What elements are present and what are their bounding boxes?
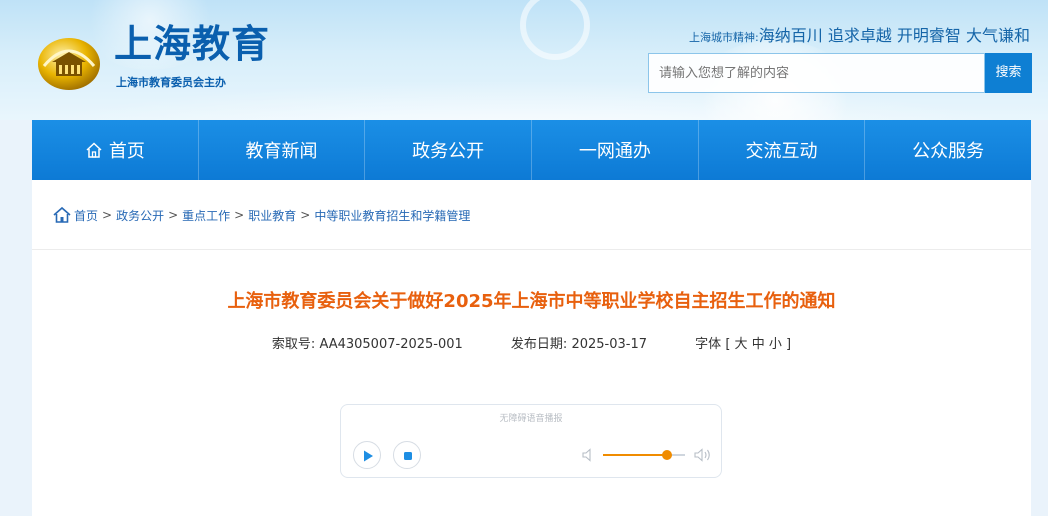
index-number: 索取号: AA4305007-2025-001 [272,337,467,352]
nav-item-label: 公众服务 [912,141,985,162]
font-size-large[interactable]: 大 [735,337,748,352]
main-nav: 首页 教育新闻 政务公开 一网通办 交流互动 公众服务 [32,120,1031,180]
player-title: 无障碍语音播报 [499,414,563,424]
audio-player: 无障碍语音播报 [340,404,722,478]
search-button[interactable]: 搜索 [985,53,1032,93]
breadcrumb: 首页 > 政务公开 > 重点工作 > 职业教育 > 中等职业教育招生和学籍管理 [52,206,470,224]
search-input[interactable] [648,53,985,93]
index-label: 索取号: [271,337,316,352]
article-meta: 索取号: AA4305007-2025-001 发布日期: 2025-03-17… [32,333,1031,352]
index-value: AA4305007-2025-001 [319,337,463,352]
motto-text: 海纳百川 追求卓越 开明睿智 大气谦和 [758,26,1030,45]
volume-knob[interactable] [661,450,672,460]
home-icon [53,206,71,223]
nav-item-government-affairs[interactable]: 政务公开 [365,120,533,180]
font-size-small[interactable]: 小 [769,337,782,352]
date-value: 2025-03-17 [571,337,648,352]
nav-item-interaction[interactable]: 交流互动 [699,120,866,180]
main-content: 首页 > 政务公开 > 重点工作 > 职业教育 > 中等职业教育招生和学籍管理 … [32,180,1031,516]
publish-date: 发布日期: 2025-03-17 [511,337,651,352]
city-motto: 上海城市精神:海纳百川 追求卓越 开明睿智 大气谦和 [689,22,1030,46]
logo-title[interactable]: 上海教育 [114,22,270,66]
play-icon [364,450,373,462]
header-decoration [520,0,590,60]
breadcrumb-separator: > [234,208,245,222]
logo-emblem-icon[interactable] [36,30,102,92]
stop-icon [404,452,412,460]
divider [32,249,1031,250]
nav-item-education-news[interactable]: 教育新闻 [199,120,366,180]
font-size-medium[interactable]: 中 [752,337,765,352]
breadcrumb-item[interactable]: 政务公开 [116,207,164,224]
breadcrumb-separator: > [300,208,311,222]
nav-item-label: 一网通办 [578,141,651,162]
nav-item-label: 首页 [108,141,145,162]
font-size-switcher: 字体 [ 大 中 小 ] [695,337,791,352]
breadcrumb-item[interactable]: 首页 [74,207,98,224]
breadcrumb-item[interactable]: 职业教育 [248,207,296,224]
volume-low-icon[interactable] [581,447,595,463]
logo-subtitle: 上海市教育委员会主办 [116,76,226,89]
breadcrumb-separator: > [168,208,179,222]
nav-item-label: 教育新闻 [245,141,318,162]
volume-slider[interactable] [603,450,685,460]
date-label: 发布日期: [510,337,568,352]
font-bracket-close: ] [786,337,792,352]
nav-item-label: 交流互动 [745,141,818,162]
site-header: 上海教育 上海市教育委员会主办 上海城市精神:海纳百川 追求卓越 开明睿智 大气… [0,0,1048,120]
volume-high-icon[interactable] [693,447,713,463]
nav-item-home[interactable]: 首页 [32,120,199,180]
article-title: 上海市教育委员会关于做好2025年上海市中等职业学校自主招生工作的通知 [227,291,836,312]
font-bracket-open: [ [725,337,731,352]
nav-item-label: 政务公开 [412,141,485,162]
nav-item-online-services[interactable]: 一网通办 [532,120,699,180]
breadcrumb-item[interactable]: 中等职业教育招生和学籍管理 [314,207,470,224]
stop-button[interactable] [393,441,421,469]
home-icon [86,142,102,158]
font-label: 字体 [695,337,722,352]
breadcrumb-separator: > [102,208,113,222]
motto-label: 上海城市精神: [689,31,759,44]
play-button[interactable] [353,441,381,469]
breadcrumb-item[interactable]: 重点工作 [182,207,230,224]
nav-item-public-services[interactable]: 公众服务 [865,120,1031,180]
volume-fill [603,454,667,456]
